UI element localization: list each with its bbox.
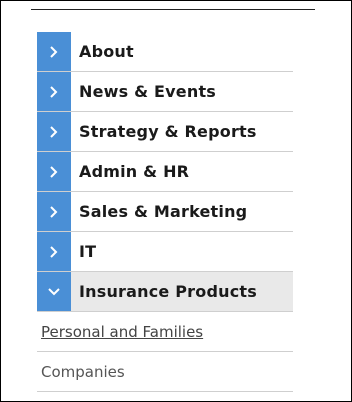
chevron-right-icon	[37, 112, 71, 151]
nav-item-label: Sales & Marketing	[79, 202, 248, 221]
nav-item-sales-marketing[interactable]: Sales & Marketing	[37, 192, 293, 232]
nav-item-news-events[interactable]: News & Events	[37, 72, 293, 112]
chevron-right-icon	[37, 72, 71, 111]
top-divider	[31, 9, 315, 10]
chevron-right-icon	[37, 232, 71, 271]
subnav-item-personal-families[interactable]: Personal and Families	[37, 312, 293, 352]
sidebar-nav: About News & Events Strategy & Reports A…	[37, 32, 293, 392]
nav-item-about[interactable]: About	[37, 32, 293, 72]
nav-item-insurance-products[interactable]: Insurance Products	[37, 272, 293, 312]
chevron-right-icon	[37, 152, 71, 191]
nav-item-label: Admin & HR	[79, 162, 190, 181]
nav-item-label: About	[79, 42, 134, 61]
nav-item-admin-hr[interactable]: Admin & HR	[37, 152, 293, 192]
nav-item-label: IT	[79, 242, 97, 261]
nav-item-label: Insurance Products	[71, 272, 293, 311]
chevron-right-icon	[37, 192, 71, 231]
nav-item-label: Strategy & Reports	[79, 122, 257, 141]
chevron-down-icon	[37, 272, 71, 311]
subnav-item-companies[interactable]: Companies	[37, 352, 293, 392]
nav-item-it[interactable]: IT	[37, 232, 293, 272]
chevron-right-icon	[37, 32, 71, 71]
nav-item-strategy-reports[interactable]: Strategy & Reports	[37, 112, 293, 152]
nav-item-label: News & Events	[79, 82, 217, 101]
